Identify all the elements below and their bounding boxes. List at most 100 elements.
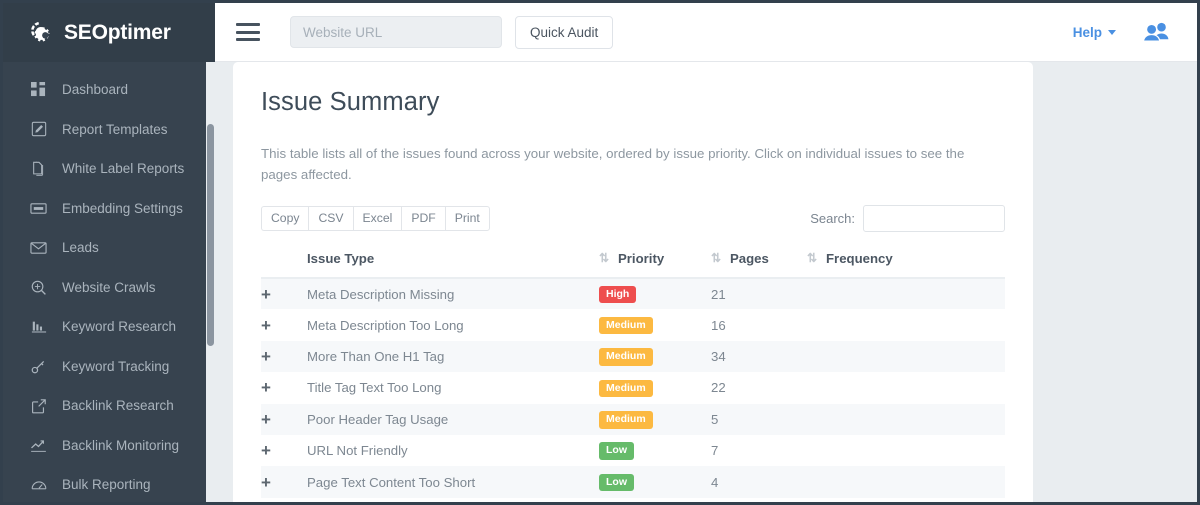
cell-pages: 34 [711, 341, 807, 372]
hamburger-menu-icon[interactable] [236, 23, 260, 41]
status-badge: Medium [599, 411, 653, 429]
sort-updown-icon: ⇅ [711, 251, 722, 265]
cell-issue-type: Poor Header Tag Usage [307, 404, 599, 435]
sidebar-item-backlink-monitoring[interactable]: Backlink Monitoring [3, 426, 215, 466]
brand-logo[interactable]: SEOptimer [3, 3, 215, 62]
sidebar-item-label: Keyword Research [62, 319, 176, 334]
export-print-button[interactable]: Print [445, 206, 490, 231]
envelope-icon [29, 238, 48, 257]
row-expander-cell[interactable]: + [261, 435, 307, 466]
row-expander-cell[interactable]: + [261, 404, 307, 435]
cell-frequency [807, 341, 1005, 372]
cell-issue-type: URL Not Friendly [307, 435, 599, 466]
column-header-issue-type[interactable]: Issue Type [307, 245, 599, 278]
status-badge: Low [599, 474, 634, 492]
cell-pages: 22 [711, 372, 807, 403]
expand-plus-icon[interactable]: + [261, 474, 271, 491]
column-header-priority[interactable]: ⇅Priority [599, 245, 711, 278]
table-header-row: Issue Type ⇅Priority ⇅ Pages ⇅Frequency [261, 245, 1005, 278]
status-badge: Medium [599, 348, 653, 366]
cell-issue-type: Meta Description Missing [307, 278, 599, 309]
row-expander-cell[interactable]: + [261, 278, 307, 309]
key-icon [29, 357, 48, 376]
sidebar-nav: Dashboard Report Templates [3, 62, 215, 502]
cell-priority: Low [599, 435, 711, 466]
bar-chart-icon [29, 317, 48, 336]
expand-plus-icon[interactable]: + [261, 442, 271, 459]
quick-audit-button[interactable]: Quick Audit [515, 16, 613, 49]
table-row[interactable]: + Page Text Content Too Short Low 4 [261, 466, 1005, 497]
sidebar-item-label: Leads [62, 240, 99, 255]
expand-plus-icon[interactable]: + [261, 286, 271, 303]
cell-issue-type: Meta Description Too Long [307, 309, 599, 340]
export-excel-button[interactable]: Excel [353, 206, 402, 231]
sidebar-item-label: Website Crawls [62, 280, 156, 295]
sidebar-item-bulk-reporting[interactable]: Bulk Reporting [3, 465, 215, 502]
export-csv-button[interactable]: CSV [308, 206, 352, 231]
sidebar-item-keyword-tracking[interactable]: Keyword Tracking [3, 347, 215, 387]
table-row[interactable]: + More Than One H1 Tag Medium 34 [261, 341, 1005, 372]
cell-issue-type: Title Tag Text Too Long [307, 372, 599, 403]
sidebar: SEOptimer Dashboard [3, 3, 215, 502]
table-toolbar: Copy CSV Excel PDF Print Search: [261, 199, 1005, 237]
sort-updown-icon: ⇅ [807, 251, 818, 265]
expand-plus-icon[interactable]: + [261, 317, 271, 334]
sidebar-item-white-label-reports[interactable]: White Label Reports [3, 149, 215, 189]
expand-plus-icon[interactable]: + [261, 379, 271, 396]
sidebar-item-dashboard[interactable]: Dashboard [3, 70, 215, 110]
table-row[interactable]: + Title Tag Text Too Long Medium 22 [261, 372, 1005, 403]
table-body: + Meta Description Missing High 21 + Met… [261, 278, 1005, 498]
status-badge: Medium [599, 317, 653, 335]
sidebar-item-backlink-research[interactable]: Backlink Research [3, 386, 215, 426]
sidebar-item-report-templates[interactable]: Report Templates [3, 110, 215, 150]
table-head: Issue Type ⇅Priority ⇅ Pages ⇅Frequency [261, 245, 1005, 278]
content-area: Issue Summary This table lists all of th… [215, 62, 1197, 502]
sidebar-item-label: White Label Reports [62, 161, 184, 176]
status-badge: Low [599, 442, 634, 460]
sidebar-item-label: Dashboard [62, 82, 128, 97]
sidebar-scrollbar-track[interactable] [206, 62, 215, 502]
row-expander-cell[interactable]: + [261, 309, 307, 340]
brand-name: SEOptimer [64, 21, 171, 45]
column-header-frequency[interactable]: ⇅Frequency [807, 245, 1005, 278]
cell-pages: 4 [711, 466, 807, 497]
row-expander-cell[interactable]: + [261, 341, 307, 372]
table-row[interactable]: + Poor Header Tag Usage Medium 5 [261, 404, 1005, 435]
sidebar-item-keyword-research[interactable]: Keyword Research [3, 307, 215, 347]
cell-priority: Medium [599, 309, 711, 340]
export-pdf-button[interactable]: PDF [401, 206, 444, 231]
issue-summary-card: Issue Summary This table lists all of th… [233, 62, 1033, 502]
page-title: Issue Summary [261, 88, 1005, 117]
sidebar-item-label: Backlink Monitoring [62, 438, 179, 453]
expand-plus-icon[interactable]: + [261, 411, 271, 428]
column-label: Pages [730, 251, 769, 266]
table-row[interactable]: + Meta Description Too Long Medium 16 [261, 309, 1005, 340]
sidebar-item-embedding-settings[interactable]: Embedding Settings [3, 189, 215, 229]
export-buttons-group: Copy CSV Excel PDF Print [261, 206, 490, 231]
table-row[interactable]: + Meta Description Missing High 21 [261, 278, 1005, 309]
cell-pages: 5 [711, 404, 807, 435]
sidebar-item-label: Embedding Settings [62, 201, 183, 216]
help-label: Help [1073, 25, 1102, 40]
expand-plus-icon[interactable]: + [261, 348, 271, 365]
cell-priority: Low [599, 466, 711, 497]
cell-priority: High [599, 278, 711, 309]
cell-priority: Medium [599, 372, 711, 403]
website-url-input[interactable] [290, 16, 502, 48]
column-header-pages[interactable]: ⇅ Pages [711, 245, 807, 278]
export-copy-button[interactable]: Copy [261, 206, 308, 231]
search-input[interactable] [863, 205, 1005, 232]
sidebar-item-leads[interactable]: Leads [3, 228, 215, 268]
sidebar-scrollbar-thumb[interactable] [207, 124, 214, 346]
cell-frequency [807, 372, 1005, 403]
users-avatar-icon[interactable] [1142, 20, 1170, 44]
external-link-icon [29, 396, 48, 415]
cell-priority: Medium [599, 341, 711, 372]
embed-box-icon [29, 199, 48, 218]
row-expander-cell[interactable]: + [261, 372, 307, 403]
sidebar-item-website-crawls[interactable]: Website Crawls [3, 268, 215, 308]
table-row[interactable]: + URL Not Friendly Low 7 [261, 435, 1005, 466]
help-menu[interactable]: Help [1073, 25, 1116, 40]
row-expander-cell[interactable]: + [261, 466, 307, 497]
status-badge: Medium [599, 380, 653, 398]
